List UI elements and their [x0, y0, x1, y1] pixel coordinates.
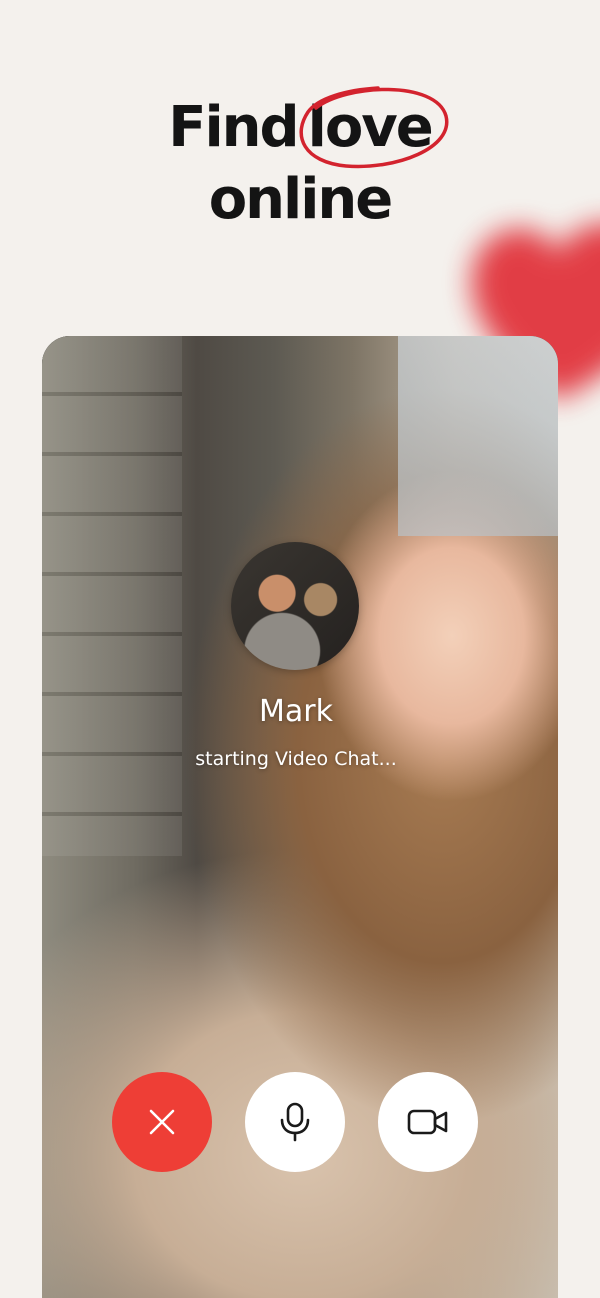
app-screen: Find love online Mark starting Video Chat…	[0, 0, 600, 1298]
headline-line-1: Find love	[0, 86, 600, 169]
call-status: starting Video Chat...	[195, 748, 397, 770]
headline-word-find: Find	[168, 95, 299, 160]
caller-name: Mark	[259, 694, 333, 729]
headline-word-online: online	[208, 167, 394, 232]
headline-word-love: love	[307, 95, 434, 160]
headline-word-love-wrapper: love	[299, 86, 449, 169]
end-call-button[interactable]	[112, 1072, 212, 1172]
mute-microphone-button[interactable]	[245, 1072, 345, 1172]
caller-avatar	[231, 542, 359, 670]
video-call-frame: Mark starting Video Chat...	[42, 336, 558, 1298]
microphone-icon	[280, 1102, 310, 1142]
video-camera-icon	[407, 1109, 448, 1135]
toggle-camera-button[interactable]	[378, 1072, 478, 1172]
video-background-sky	[398, 336, 558, 536]
close-icon	[149, 1109, 175, 1135]
call-controls	[42, 1072, 558, 1172]
video-background-building	[42, 336, 182, 856]
